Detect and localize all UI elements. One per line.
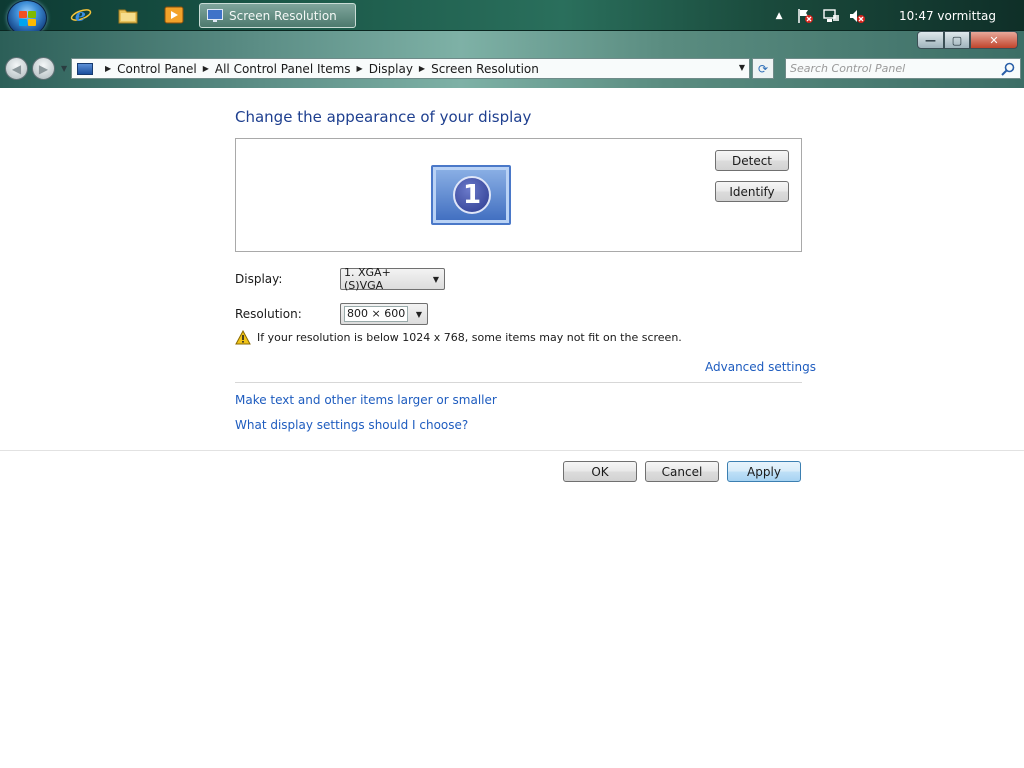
network-icon[interactable] (821, 6, 841, 26)
footer-divider (0, 450, 1024, 451)
system-tray: ▲ 10:47 vormittag (769, 0, 1024, 31)
content-pane: Change the appearance of your display 1 … (0, 88, 1024, 768)
text-size-link[interactable]: Make text and other items larger or smal… (235, 393, 497, 407)
display-icon (207, 9, 223, 22)
chevron-down-icon: ▼ (415, 309, 423, 319)
forward-button[interactable]: ▶ (32, 57, 55, 80)
resolution-label: Resolution: (235, 307, 302, 321)
taskbar-task-screen-resolution[interactable]: Screen Resolution (199, 3, 356, 28)
back-button[interactable]: ◀ (5, 57, 28, 80)
minimize-icon: — (925, 33, 936, 47)
minimize-button[interactable]: — (917, 31, 944, 49)
search-input[interactable] (786, 59, 996, 78)
breadcrumb-all-items[interactable]: All Control Panel Items (215, 62, 351, 76)
taskbar-task-label: Screen Resolution (229, 8, 337, 23)
resolution-warning: If your resolution is below 1024 x 768, … (235, 330, 682, 345)
taskbar: e Screen Resolution ▲ 10:47 vormittag (0, 0, 1024, 36)
display-select[interactable]: 1. XGA+(S)VGA ▼ (340, 266, 445, 292)
display-select-value: 1. XGA+(S)VGA (344, 266, 391, 292)
breadcrumb-control-panel[interactable]: Control Panel (117, 62, 197, 76)
media-player-icon[interactable] (161, 4, 187, 26)
volume-muted-icon[interactable] (847, 6, 867, 26)
windows-logo-icon (19, 11, 37, 27)
monitor-layout-panel: 1 Detect Identify (235, 138, 802, 252)
address-bar[interactable]: ▶ Control Panel ▶ All Control Panel Item… (71, 58, 750, 79)
warning-text: If your resolution is below 1024 x 768, … (257, 331, 682, 344)
resolution-select-value: 800 × 600 (344, 306, 408, 322)
section-divider (235, 382, 802, 383)
search-icon[interactable] (1001, 62, 1015, 76)
ok-button[interactable]: OK (563, 461, 637, 482)
warning-icon (235, 330, 251, 345)
chevron-right-icon[interactable]: ▶ (419, 64, 425, 73)
arrow-right-icon: ▶ (38, 61, 49, 76)
chevron-right-icon[interactable]: ▶ (105, 64, 111, 73)
cancel-button[interactable]: Cancel (645, 461, 719, 482)
close-icon: ✕ (989, 33, 999, 47)
svg-text:e: e (75, 6, 86, 25)
maximize-icon: ▢ (951, 33, 963, 47)
clock[interactable]: 10:47 vormittag (899, 9, 996, 23)
control-panel-icon (77, 62, 93, 75)
page-title: Change the appearance of your display (235, 108, 532, 126)
chevron-down-icon: ▼ (61, 64, 68, 73)
explorer-folder-icon[interactable] (115, 4, 141, 26)
monitor-1-icon[interactable]: 1 (431, 165, 511, 225)
recent-pages-dropdown[interactable]: ▼ (61, 64, 67, 73)
show-hidden-icons-icon[interactable]: ▲ (769, 6, 789, 26)
breadcrumb-screen-resolution[interactable]: Screen Resolution (431, 62, 539, 76)
chevron-right-icon[interactable]: ▶ (203, 64, 209, 73)
display-help-link[interactable]: What display settings should I choose? (235, 418, 468, 432)
chevron-right-icon[interactable]: ▶ (357, 64, 363, 73)
identify-button[interactable]: Identify (715, 181, 789, 202)
address-dropdown-icon[interactable]: ▼ (739, 63, 745, 72)
internet-explorer-icon[interactable]: e (68, 4, 94, 26)
refresh-button[interactable]: ⟳ (752, 58, 774, 79)
chevron-down-icon: ▼ (432, 274, 440, 284)
arrow-left-icon: ◀ (11, 61, 22, 76)
display-label: Display: (235, 272, 283, 286)
maximize-button[interactable]: ▢ (944, 31, 970, 49)
close-button[interactable]: ✕ (970, 31, 1018, 49)
breadcrumb-display[interactable]: Display (369, 62, 413, 76)
action-center-flag-icon[interactable] (795, 6, 815, 26)
resolution-select[interactable]: 800 × 600 ▼ (340, 303, 428, 325)
detect-button[interactable]: Detect (715, 150, 789, 171)
refresh-icon: ⟳ (757, 61, 769, 76)
search-box[interactable] (785, 58, 1021, 79)
advanced-settings-link[interactable]: Advanced settings (705, 360, 816, 374)
monitor-number: 1 (453, 176, 491, 214)
apply-button[interactable]: Apply (727, 461, 801, 482)
window-controls: — ▢ ✕ (917, 31, 1018, 49)
